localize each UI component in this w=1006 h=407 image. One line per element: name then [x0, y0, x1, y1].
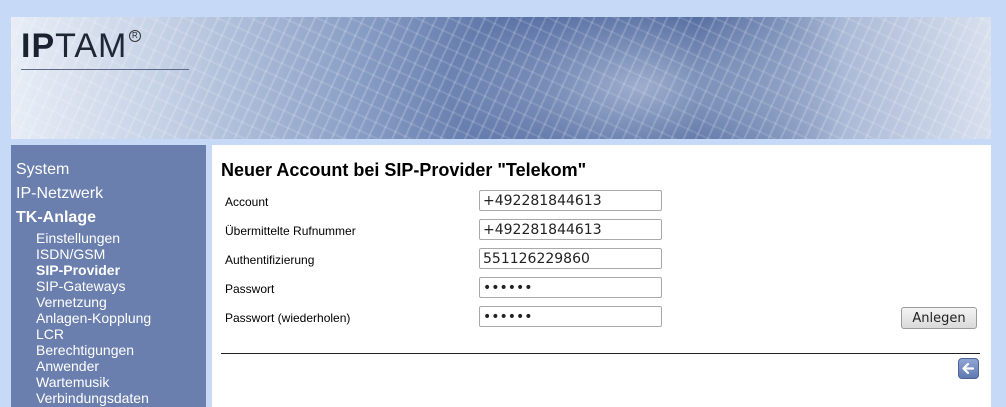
nav-subitem-sip-provider[interactable]: SIP-Provider — [11, 262, 206, 278]
arrow-left-icon — [962, 362, 975, 375]
authentifizierung-field[interactable] — [479, 248, 662, 269]
rufnummer-field[interactable] — [479, 219, 662, 240]
nav-subitem-anlagen-kopplung[interactable]: Anlagen-Kopplung — [11, 310, 206, 326]
logo-text-bold: IP — [21, 27, 56, 65]
nav-subitem-vernetzung[interactable]: Vernetzung — [11, 294, 206, 310]
header-banner: IPTAM R — [11, 17, 991, 139]
authentifizierung-label: Authentifizierung — [225, 253, 315, 267]
nav-subitem-isdn-gsm[interactable]: ISDN/GSM — [11, 246, 206, 262]
passwort-wiederholen-label: Passwort (wiederholen) — [225, 311, 351, 325]
rufnummer-label: Übermittelte Rufnummer — [225, 224, 356, 238]
divider — [221, 353, 980, 354]
nav-subitem-wartemusik[interactable]: Wartemusik — [11, 374, 206, 390]
passwort-wiederholen-field[interactable] — [479, 306, 662, 327]
passwort-label: Passwort — [225, 282, 275, 296]
logo-text-rest: TAM — [55, 27, 128, 65]
page-title: Neuer Account bei SIP-Provider "Telekom" — [221, 160, 587, 180]
registered-mark: R — [129, 30, 142, 42]
nav-item-system[interactable]: System — [11, 158, 206, 182]
anlegen-button[interactable]: Anlegen — [901, 307, 977, 329]
passwort-field[interactable] — [479, 277, 662, 298]
nav-item-ip-netzwerk[interactable]: IP-Netzwerk — [11, 182, 206, 206]
nav-subitem-anwender[interactable]: Anwender — [11, 358, 206, 374]
sidebar-nav: System IP-Netzwerk TK-Anlage Einstellung… — [11, 145, 206, 407]
content-panel: Neuer Account bei SIP-Provider "Telekom"… — [212, 145, 991, 407]
nav-item-tk-anlage[interactable]: TK-Anlage — [11, 206, 206, 230]
nav-subitem-lcr[interactable]: LCR — [11, 326, 206, 342]
logo-underline — [21, 69, 189, 70]
account-field[interactable] — [479, 190, 662, 211]
iptam-logo: IPTAM R — [21, 27, 142, 66]
account-label: Account — [225, 195, 269, 209]
banner-graphic — [431, 17, 851, 139]
nav-subitem-verbindungsdaten[interactable]: Verbindungsdaten — [11, 390, 206, 406]
nav-subitem-berechtigungen[interactable]: Berechtigungen — [11, 342, 206, 358]
nav-subitem-einstellungen[interactable]: Einstellungen — [11, 230, 206, 246]
back-button[interactable] — [958, 358, 979, 379]
nav-subitem-sip-gateways[interactable]: SIP-Gateways — [11, 278, 206, 294]
